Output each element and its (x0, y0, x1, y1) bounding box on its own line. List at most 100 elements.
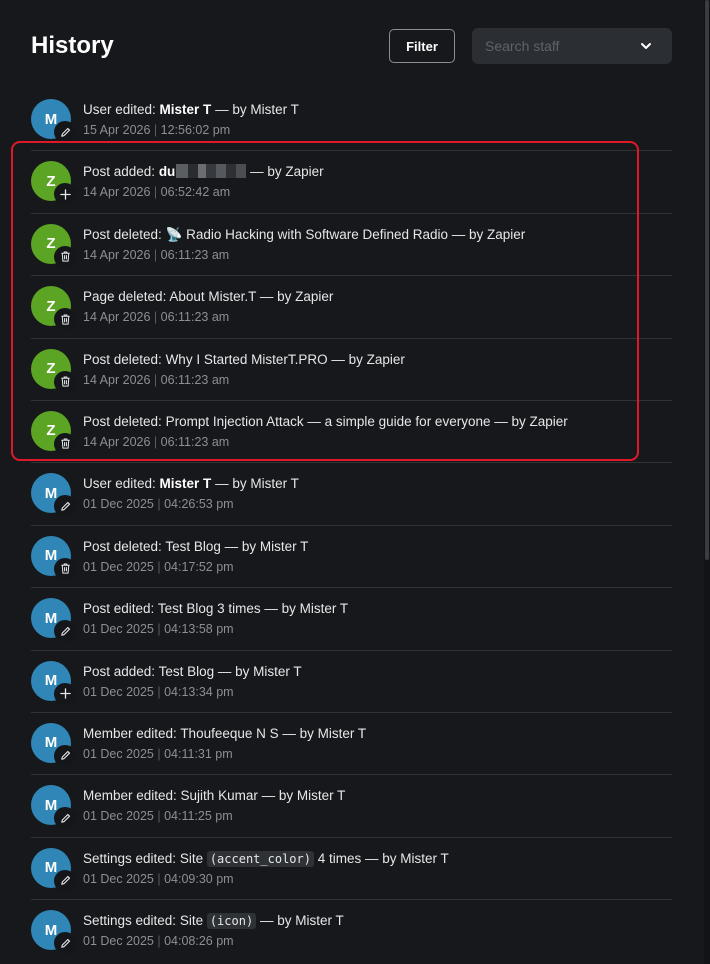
separator: | (150, 185, 161, 200)
history-time: 04:26:53 pm (164, 497, 234, 512)
pencil-icon (54, 932, 76, 955)
history-row[interactable]: M User edited: Mister T — by Mister T 01 D… (31, 463, 672, 526)
history-row[interactable]: Z Post deleted: 📡 Radio Hacking with Soft… (31, 214, 672, 277)
history-row[interactable]: Z Post deleted: Prompt Injection Attack —… (31, 401, 672, 464)
trash-icon (54, 308, 76, 331)
action-prefix: Post deleted: (83, 413, 166, 429)
history-time: 06:11:23 am (160, 372, 230, 387)
history-action: Post deleted: 📡 Radio Hacking with Softw… (83, 227, 525, 243)
filter-button[interactable]: Filter (389, 29, 455, 63)
action-subject: Prompt Injection Attack — a simple guide… (165, 413, 491, 429)
action-actor: — by Mister T (211, 476, 299, 492)
action-subject: Test Blog (158, 663, 215, 679)
history-time: 06:11:23 am (160, 310, 230, 325)
history-date: 01 Dec 2025 (83, 809, 154, 824)
history-row[interactable]: M Post added: Test Blog — by Mister T 01 D… (31, 651, 672, 713)
separator: | (150, 247, 161, 262)
history-time: 12:56:02 pm (160, 123, 231, 137)
history-date: 14 Apr 2026 (83, 434, 151, 449)
action-actor: — by Mister T (260, 601, 349, 617)
pencil-icon (54, 620, 76, 643)
history-action: Member edited: Sujith Kumar — by Mister … (83, 788, 345, 803)
history-row[interactable]: M Post edited: Test Blog 3 times — by Mis… (31, 588, 672, 651)
history-timestamp: 01 Dec 2025 | 04:13:58 pm (83, 622, 234, 636)
action-prefix: Page deleted: (83, 289, 170, 305)
search-staff-select[interactable]: Search staff (472, 28, 672, 64)
pencil-icon (54, 869, 76, 892)
separator: | (153, 684, 165, 699)
history-action: User edited: Mister T — by Mister T (83, 102, 299, 117)
history-row[interactable]: M User edited: Mister T — by Mister T 15 A… (31, 89, 672, 152)
setting-key: (accent_color) (206, 850, 314, 867)
avatar-initial: Z (46, 297, 56, 315)
history-date: 14 Apr 2026 (83, 185, 151, 200)
trash-icon (54, 370, 76, 393)
history-time: 04:08:26 pm (164, 934, 234, 949)
action-subject: Sujith Kumar (180, 788, 258, 804)
history-row[interactable]: Z Page deleted: About Mister.T — by Zapie… (31, 276, 672, 339)
action-actor: — by Mister T (361, 850, 449, 866)
pencil-icon (54, 807, 76, 830)
trash-icon (54, 245, 76, 268)
history-time: 06:11:23 am (160, 434, 230, 449)
pencil-icon (54, 495, 76, 518)
action-prefix: Post added: (83, 663, 159, 679)
separator: | (153, 934, 165, 949)
scrollbar[interactable] (704, 0, 710, 964)
action-prefix: Member edited: (83, 788, 181, 804)
separator: | (150, 434, 161, 449)
action-subject: 4 times (313, 850, 362, 866)
history-timestamp: 01 Dec 2025 | 04:11:31 pm (83, 747, 233, 761)
separator: | (153, 622, 165, 637)
action-subject: 📡 Radio Hacking with Software Defined Ra… (165, 226, 449, 242)
history-row[interactable]: Z Post deleted: Why I Started MisterT.PRO… (31, 339, 672, 401)
history-timestamp: 01 Dec 2025 | 04:11:25 pm (83, 809, 233, 823)
history-action: Post deleted: Why I Started MisterT.PRO … (83, 352, 405, 367)
history-timestamp: 14 Apr 2026 | 06:11:23 am (83, 248, 229, 262)
history-timestamp: 14 Apr 2026 | 06:52:42 am (83, 185, 230, 199)
separator: | (153, 497, 165, 512)
history-action: Post added: Test Blog — by Mister T (83, 664, 302, 679)
action-prefix: Post deleted: (83, 226, 166, 242)
history-row[interactable]: M Member edited: Thoufeeque N S — by Mist… (31, 713, 672, 776)
separator: | (150, 123, 161, 137)
chevron-down-icon (641, 43, 651, 49)
action-subject: Test Blog (165, 538, 221, 554)
pencil-icon (54, 121, 76, 143)
separator: | (153, 871, 165, 886)
history-row[interactable]: M Post deleted: Test Blog — by Mister T 01… (31, 526, 672, 589)
history-time: 04:13:34 pm (164, 684, 234, 699)
page-header: History Filter Search staff (0, 0, 710, 90)
history-date: 01 Dec 2025 (83, 622, 154, 637)
history-action: Settings edited: Site (accent_color) 4 t… (83, 850, 449, 867)
action-prefix: Post deleted: (83, 351, 166, 367)
scrollbar-thumb[interactable] (705, 0, 709, 560)
action-subject: Test Blog 3 times (157, 601, 261, 617)
redacted-text (176, 164, 247, 179)
history-timestamp: 01 Dec 2025 | 04:13:34 pm (83, 685, 234, 699)
history-time: 06:52:42 am (160, 185, 231, 200)
history-time: 04:11:25 pm (164, 809, 233, 824)
action-subject: Mister T (159, 102, 212, 117)
history-date: 01 Dec 2025 (83, 934, 154, 949)
action-subject: Thoufeeque N S (180, 725, 279, 741)
history-row[interactable]: M Member edited: Sujith Kumar — by Mister… (31, 775, 672, 838)
action-subject: About Mister.T (169, 289, 257, 305)
action-actor: — by Mister T (220, 538, 309, 554)
action-actor: — by Mister T (214, 663, 302, 679)
history-action: Page deleted: About Mister.T — by Zapier (83, 289, 333, 304)
history-time: 04:09:30 pm (164, 871, 234, 886)
avatar-initial: Z (46, 360, 56, 378)
history-time: 04:17:52 pm (164, 559, 234, 574)
history-timestamp: 01 Dec 2025 | 04:17:52 pm (83, 560, 234, 574)
history-row[interactable]: Z Post added: du — by Zapier 14 Apr 2026 |… (31, 151, 672, 214)
pencil-icon (54, 744, 76, 767)
history-action: Post deleted: Test Blog — by Mister T (83, 539, 308, 554)
plus-icon (54, 682, 76, 705)
history-row[interactable]: M Settings edited: Site (icon) — by Miste… (31, 900, 672, 962)
history-date: 14 Apr 2026 (83, 247, 151, 262)
history-row[interactable]: M Settings edited: Site (accent_color) 4 … (31, 838, 672, 901)
history-time: 04:13:58 pm (164, 622, 234, 637)
history-timestamp: 14 Apr 2026 | 06:11:23 am (83, 435, 229, 449)
history-action: Post edited: Test Blog 3 times — by Mist… (83, 601, 348, 616)
